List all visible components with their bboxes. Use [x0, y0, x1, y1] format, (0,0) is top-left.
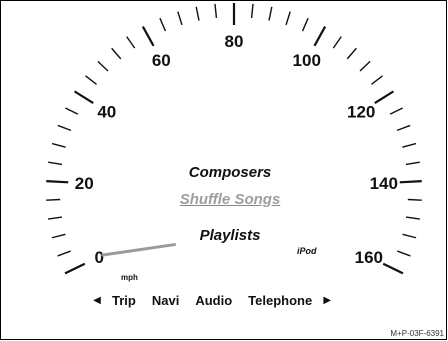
- bottom-item-audio[interactable]: Audio: [195, 293, 232, 308]
- major-tick: [374, 90, 395, 104]
- speed-label-20: 20: [75, 174, 94, 193]
- major-tick: [399, 180, 422, 184]
- minor-tick: [48, 216, 63, 220]
- minor-tick: [51, 233, 66, 239]
- scroll-right-icon[interactable]: ▶: [320, 295, 334, 306]
- reference-code: M+P-03F-6391: [390, 329, 444, 338]
- speed-label-0: 0: [94, 248, 103, 267]
- menu-item-composers[interactable]: Composers: [150, 164, 310, 181]
- minor-tick: [397, 250, 411, 257]
- minor-tick: [97, 60, 109, 72]
- major-tick: [73, 90, 94, 104]
- bottom-menu-bar: ◀ Trip Navi Audio Telephone ▶: [90, 290, 375, 310]
- major-tick: [46, 180, 69, 184]
- speed-label-60: 60: [152, 51, 171, 70]
- speed-unit-label: mph: [121, 273, 138, 282]
- major-tick: [141, 26, 155, 47]
- minor-tick: [268, 6, 273, 21]
- bottom-item-telephone[interactable]: Telephone: [248, 293, 312, 308]
- major-tick: [313, 26, 327, 47]
- minor-tick: [285, 11, 291, 26]
- minor-tick: [51, 142, 66, 148]
- minor-tick: [402, 233, 417, 239]
- bottom-item-navi[interactable]: Navi: [152, 293, 179, 308]
- speedometer-needle: [101, 243, 177, 257]
- minor-tick: [407, 198, 422, 201]
- minor-tick: [57, 124, 72, 132]
- minor-tick: [46, 198, 61, 201]
- minor-tick: [396, 124, 411, 132]
- minor-tick: [111, 47, 122, 60]
- audio-source-label: iPod: [297, 246, 317, 256]
- speed-label-160: 160: [355, 248, 383, 267]
- minor-tick: [402, 142, 417, 148]
- minor-tick: [57, 250, 71, 257]
- speed-label-80: 80: [225, 32, 244, 51]
- menu-item-shuffle-songs[interactable]: Shuffle Songs: [150, 191, 310, 208]
- minor-tick: [214, 3, 218, 18]
- speed-label-140: 140: [370, 174, 398, 193]
- minor-tick: [195, 6, 200, 21]
- minor-tick: [405, 161, 420, 166]
- minor-tick: [359, 60, 371, 72]
- major-tick: [382, 262, 404, 275]
- minor-tick: [48, 161, 63, 166]
- scroll-left-icon[interactable]: ◀: [90, 295, 104, 306]
- minor-tick: [405, 216, 420, 220]
- minor-tick: [389, 107, 403, 115]
- major-tick: [64, 262, 86, 275]
- speed-label-100: 100: [293, 51, 321, 70]
- minor-tick: [250, 3, 254, 18]
- minor-tick: [371, 75, 383, 85]
- minor-tick: [65, 107, 79, 115]
- minor-tick: [159, 17, 167, 32]
- bottom-item-trip[interactable]: Trip: [112, 293, 136, 308]
- speed-label-120: 120: [347, 103, 375, 122]
- menu-item-playlists[interactable]: Playlists: [150, 227, 310, 244]
- speed-label-40: 40: [97, 103, 116, 122]
- minor-tick: [85, 75, 97, 85]
- minor-tick: [126, 36, 136, 49]
- minor-tick: [177, 11, 183, 26]
- minor-tick: [332, 36, 342, 49]
- minor-tick: [346, 47, 357, 60]
- minor-tick: [301, 17, 309, 32]
